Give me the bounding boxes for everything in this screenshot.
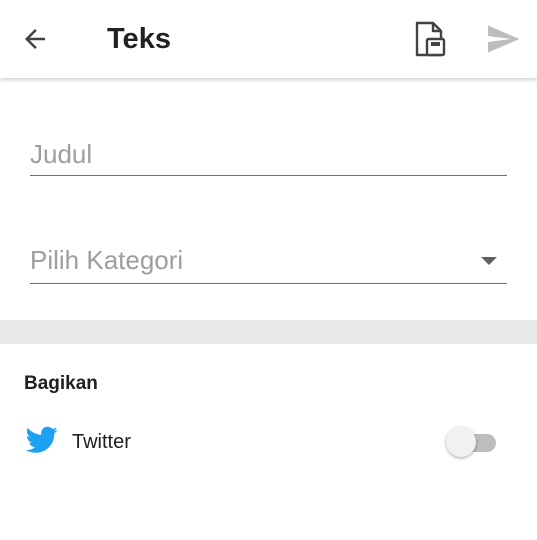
- arrow-left-icon: [25, 29, 45, 49]
- twitter-share-toggle[interactable]: [446, 426, 498, 458]
- section-divider: [0, 320, 537, 344]
- share-item-twitter: Twitter: [0, 414, 537, 470]
- save-draft-button[interactable]: [408, 16, 454, 62]
- share-item-label: Twitter: [72, 431, 131, 453]
- app-bar: Teks: [0, 0, 537, 78]
- toggle-thumb[interactable]: [446, 427, 476, 457]
- page-title: Teks: [107, 23, 171, 55]
- title-field[interactable]: [30, 134, 507, 176]
- category-placeholder: Pilih Kategori: [30, 245, 184, 275]
- send-icon: [488, 25, 520, 53]
- twitter-icon: [26, 426, 58, 453]
- save-draft-icon: [415, 21, 446, 57]
- send-button[interactable]: [480, 16, 526, 62]
- share-section-label: Bagikan: [24, 373, 98, 394]
- category-dropdown[interactable]: Pilih Kategori: [30, 241, 507, 284]
- back-button[interactable]: [14, 18, 56, 60]
- title-input[interactable]: [30, 134, 507, 175]
- caret-down-icon[interactable]: [481, 257, 497, 265]
